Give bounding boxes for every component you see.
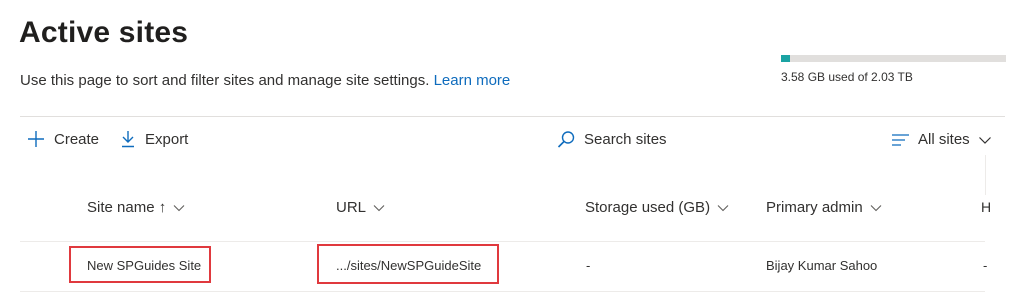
- column-label: Storage used (GB): [585, 199, 711, 216]
- storage-cell: -: [586, 258, 591, 273]
- page-description: Use this page to sort and filter sites a…: [20, 72, 510, 89]
- truncated-cell: -: [983, 258, 988, 273]
- storage-progress-bar: [781, 55, 1006, 62]
- page-title: Active sites: [19, 16, 189, 49]
- row-divider: [20, 291, 985, 292]
- highlight-box: [69, 246, 211, 283]
- export-button[interactable]: Export: [120, 130, 188, 148]
- highlight-box: [317, 244, 499, 284]
- column-header-site-name[interactable]: Site name ↑: [87, 199, 185, 216]
- search-input[interactable]: Search sites: [584, 131, 667, 148]
- primary-admin-cell: Bijay Kumar Sahoo: [766, 258, 878, 273]
- chevron-down-icon: [373, 199, 385, 216]
- chevron-down-icon: [870, 199, 882, 216]
- storage-progress-fill: [781, 55, 790, 62]
- chevron-down-icon: [717, 199, 729, 216]
- export-label: Export: [145, 130, 189, 148]
- chevron-down-icon: [978, 135, 992, 145]
- row-divider: [20, 241, 985, 242]
- view-selector[interactable]: All sites: [891, 131, 992, 148]
- create-button[interactable]: Create: [27, 130, 99, 148]
- chevron-down-icon: [173, 199, 185, 216]
- column-header-primary-admin[interactable]: Primary admin: [766, 199, 882, 216]
- plus-icon: [27, 130, 45, 148]
- create-label: Create: [54, 130, 100, 148]
- column-header-url[interactable]: URL: [336, 199, 385, 216]
- search-box[interactable]: Search sites: [557, 130, 667, 149]
- column-label: Primary admin: [766, 199, 863, 216]
- view-selector-label: All sites: [918, 131, 970, 148]
- column-header-storage-used[interactable]: Storage used (GB): [585, 199, 729, 216]
- list-filter-icon: [891, 132, 910, 148]
- column-label: URL: [336, 199, 367, 216]
- download-arrow-icon: [120, 130, 136, 148]
- description-text: Use this page to sort and filter sites a…: [20, 72, 430, 89]
- column-label: Site name ↑: [87, 199, 167, 216]
- storage-usage-text: 3.58 GB used of 2.03 TB: [781, 70, 913, 84]
- learn-more-link[interactable]: Learn more: [434, 72, 511, 89]
- column-divider: [985, 155, 986, 195]
- header-divider: [20, 116, 1005, 117]
- search-icon: [557, 130, 576, 149]
- column-header-truncated[interactable]: H: [981, 199, 991, 215]
